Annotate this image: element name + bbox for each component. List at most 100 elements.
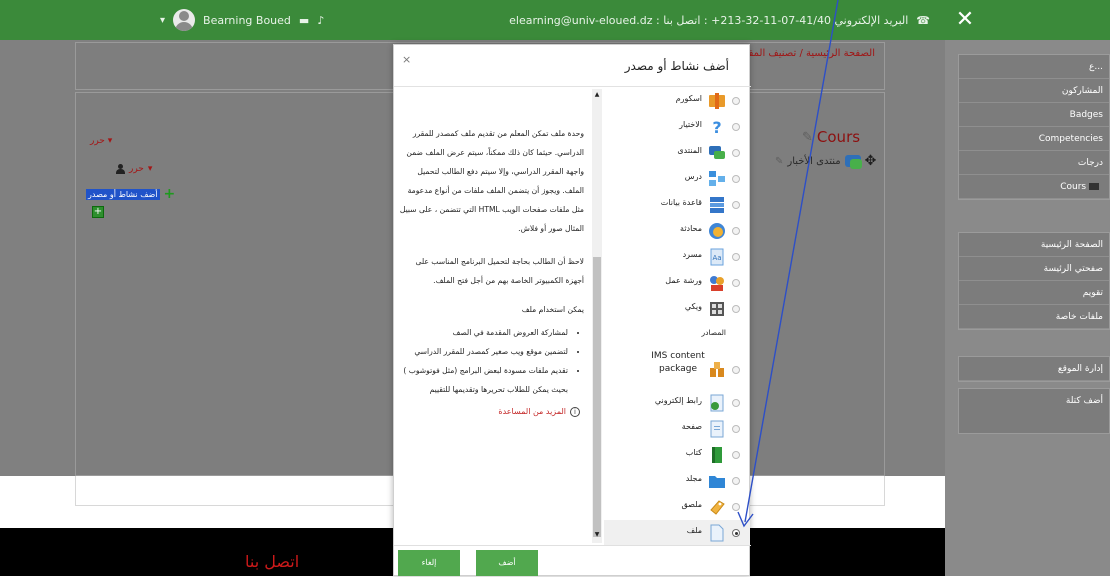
activity-option-chat[interactable]: محادثة (604, 218, 750, 244)
radio-button[interactable] (732, 279, 740, 287)
resource-option-folder[interactable]: مجلد (604, 468, 750, 494)
close-icon[interactable]: ✕ (955, 9, 975, 31)
sidebar-item-grades[interactable]: درجات (959, 151, 1109, 175)
list-item: تقديم ملفات مسودة لبعض البرامج (مثل فوتو… (398, 361, 568, 399)
add-activity-link[interactable]: أضف نشاط أو مصدر + (86, 186, 175, 202)
radio-button[interactable] (732, 451, 740, 459)
glossary-icon: Aa (710, 248, 724, 266)
activity-label: ورشة عمل (665, 276, 702, 285)
wiki-icon (710, 302, 724, 316)
resource-option-label[interactable]: ملصق (604, 494, 750, 520)
resource-option-url[interactable]: رابط إلكتروني (604, 390, 750, 416)
resource-option-file[interactable]: ملف (604, 520, 750, 546)
contact-text: elearning@univ-eloued.dz : البريد الإلكت… (509, 13, 909, 27)
add-button[interactable]: أضف (476, 550, 538, 576)
dropdown-caret-icon[interactable]: ▾ (160, 15, 165, 26)
radio-button[interactable] (732, 305, 740, 313)
activity-option-wiki[interactable]: ويكي (604, 296, 750, 322)
activity-option-glossary[interactable]: Aa مسرد (604, 244, 750, 270)
sidebar-item-course[interactable]: ع... (959, 55, 1109, 79)
activity-label: الاختيار (679, 120, 702, 129)
sidebar-item-add-block[interactable]: أضف كتلة (959, 389, 1109, 413)
radio-button[interactable] (732, 227, 740, 235)
edit-user-link[interactable]: حرر (129, 164, 144, 174)
description-uses-heading: يمكن استخدام ملف (521, 305, 584, 314)
user-menu[interactable]: ▾ Bearning Boued ▬ ♪ (160, 0, 324, 40)
scrollbar-thumb[interactable] (593, 257, 601, 537)
info-icon: i (570, 407, 580, 417)
radio-button[interactable] (732, 123, 740, 131)
section-title-text: Cours (816, 128, 861, 146)
plus-icon[interactable]: + (164, 186, 176, 202)
help-link-text[interactable]: المزيد من المساعدة (498, 407, 566, 416)
radio-button[interactable] (732, 477, 740, 485)
help-link[interactable]: i المزيد من المساعدة (398, 407, 584, 417)
resources-heading: المصادر (701, 328, 726, 337)
dialog-close-icon[interactable]: × (402, 53, 411, 66)
radio-button[interactable] (732, 149, 740, 157)
list-scrollbar[interactable]: ▲ ▼ (592, 89, 602, 543)
lesson-icon (709, 171, 725, 186)
sidebar-item-home[interactable]: الصفحة الرئيسية (959, 233, 1109, 257)
activity-option-scorm[interactable]: اسكورم (604, 88, 750, 114)
section-title: ✎ Cours (802, 128, 860, 146)
edit-user-menu[interactable]: حرر ▾ (116, 164, 152, 174)
activity-option-choice[interactable]: ? الاختيار (604, 114, 750, 140)
sidebar-item-cours[interactable]: Cours (959, 175, 1109, 199)
sidebar-item-competencies[interactable]: Competencies (959, 127, 1109, 151)
radio-button[interactable] (732, 253, 740, 261)
move-icon[interactable]: ✥ (865, 153, 877, 169)
scroll-down-arrow-icon[interactable]: ▼ (592, 531, 602, 539)
scorm-icon (709, 93, 725, 109)
radio-button[interactable] (732, 425, 740, 433)
cancel-button[interactable]: إلغاء (398, 550, 460, 576)
radio-button[interactable] (732, 175, 740, 183)
svg-text:Aa: Aa (712, 254, 721, 262)
radio-button[interactable] (732, 399, 740, 407)
sidebar-item-site-admin[interactable]: إدارة الموقع (959, 357, 1109, 381)
activity-label: قاعدة بيانات (660, 198, 702, 207)
add-section-icon[interactable]: + (92, 206, 104, 218)
activity-option-forum[interactable]: المنتدى (604, 140, 750, 166)
sidebar-item-files[interactable]: ملفات خاصة (959, 305, 1109, 329)
sidebar-item-dashboard[interactable]: صفحتي الرئيسة (959, 257, 1109, 281)
activity-option-database[interactable]: قاعدة بيانات (604, 192, 750, 218)
resource-label: مجلد (685, 474, 702, 483)
add-activity-label[interactable]: أضف نشاط أو مصدر (86, 188, 160, 200)
radio-button[interactable] (732, 201, 740, 209)
activity-option-workshop[interactable]: ورشة عمل (604, 270, 750, 296)
scroll-up-arrow-icon[interactable]: ▲ (592, 91, 602, 99)
edit-menu-link[interactable]: حرر ▾ (90, 136, 112, 146)
database-icon (710, 197, 724, 213)
forum-icon (709, 146, 725, 159)
radio-button[interactable] (732, 503, 740, 511)
resource-option-page[interactable]: صفحة (604, 416, 750, 442)
radio-button[interactable] (732, 366, 740, 374)
user-name[interactable]: Bearning Boued (203, 14, 291, 27)
description-paragraph: وحدة ملف تمكن المعلم من تقديم ملف كمصدر … (399, 129, 584, 233)
messages-icon[interactable]: ▬ (299, 14, 309, 27)
footer-contact-heading[interactable]: اتصل بنا (245, 552, 299, 571)
avatar[interactable] (173, 9, 196, 31)
resource-label: صفحة (681, 422, 702, 431)
forum-label[interactable]: منتدى الأخبار (787, 156, 840, 167)
forum-activity[interactable]: ✥ منتدى الأخبار ✎ (775, 153, 876, 169)
notifications-icon[interactable]: ♪ (317, 14, 324, 27)
pencil-icon[interactable]: ✎ (802, 130, 813, 145)
pencil-icon[interactable]: ✎ (775, 156, 783, 167)
sidebar-item-badges[interactable]: Badges (959, 103, 1109, 127)
activity-label: محادثة (680, 224, 702, 233)
list-item: لتضمين موقع ويب صغير كمصدر للمقرر الدراس… (398, 342, 568, 361)
radio-button-selected[interactable] (732, 529, 740, 537)
resource-option-ims[interactable]: IMS content package (604, 350, 750, 390)
nav-block-2: الصفحة الرئيسية صفحتي الرئيسة تقويم ملفا… (958, 232, 1110, 330)
resource-label: IMS content package (651, 351, 705, 374)
radio-button[interactable] (732, 97, 740, 105)
forum-icon (844, 155, 862, 169)
activity-option-lesson[interactable]: درس (604, 166, 750, 192)
dialog-header: أضف نشاط أو مصدر × (394, 45, 751, 87)
resource-option-book[interactable]: كتاب (604, 442, 750, 468)
contact-info: elearning@univ-eloued.dz : البريد الإلكت… (509, 0, 930, 40)
sidebar-item-calendar[interactable]: تقويم (959, 281, 1109, 305)
sidebar-item-participants[interactable]: المشاركون (959, 79, 1109, 103)
